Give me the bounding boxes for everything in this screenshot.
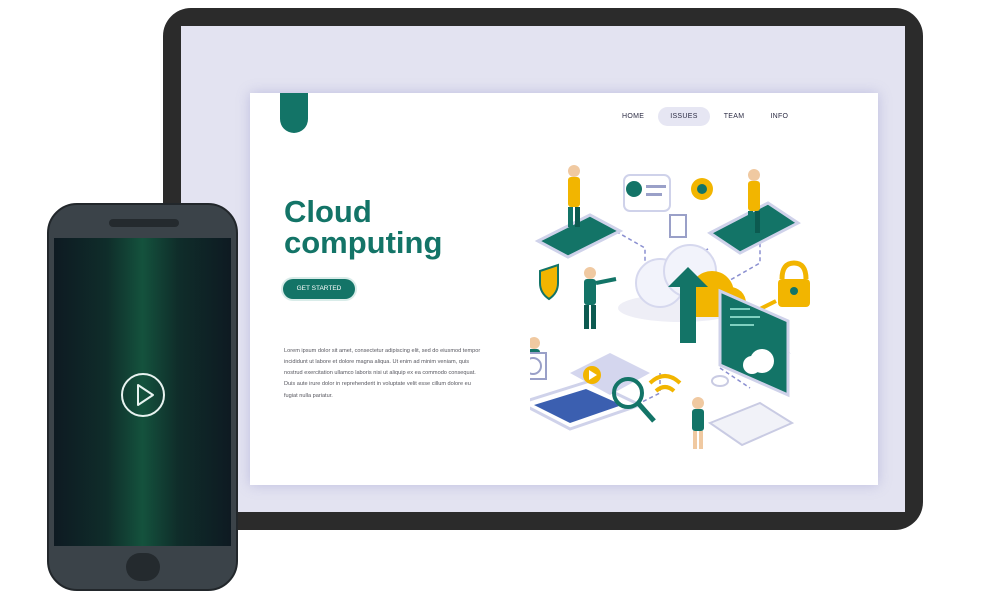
- tablet-right: [707, 169, 801, 255]
- nav-home[interactable]: HOME: [610, 107, 656, 126]
- desktop-monitor: [718, 288, 790, 398]
- document-icon: [669, 214, 687, 238]
- phone-home-button[interactable]: [126, 553, 160, 581]
- get-started-button[interactable]: GET STARTED: [283, 279, 355, 299]
- monitor-screen: HOME ISSUES TEAM INFO Cloud computing GE…: [181, 26, 905, 512]
- website-page: HOME ISSUES TEAM INFO Cloud computing GE…: [250, 93, 878, 485]
- hero-title: Cloud computing: [284, 196, 544, 258]
- lock-icon: [778, 260, 810, 307]
- nav-team[interactable]: TEAM: [712, 107, 757, 126]
- phone-screen: [54, 238, 231, 546]
- chat-bubble-icon: [623, 174, 671, 212]
- shield-icon: [539, 263, 559, 301]
- smartphone: [47, 203, 238, 591]
- hero-title-line2: computing: [284, 225, 443, 260]
- video-play-icon: [583, 366, 601, 384]
- play-icon[interactable]: [120, 372, 166, 418]
- person-pointing: [584, 267, 617, 329]
- site-logo[interactable]: [280, 93, 308, 133]
- phone-speaker: [109, 219, 179, 227]
- monitor-frame: HOME ISSUES TEAM INFO Cloud computing GE…: [163, 8, 923, 530]
- person-woman-standing: [692, 397, 704, 449]
- cloud-computing-illustration: [530, 165, 810, 449]
- laptop: [530, 353, 650, 431]
- nav-issues[interactable]: ISSUES: [658, 107, 710, 126]
- pin-icon: [691, 178, 713, 200]
- mouse: [711, 375, 729, 387]
- keyboard: [707, 401, 795, 447]
- wifi-icon: [648, 374, 682, 393]
- hero-description: Lorem ipsum dolor sit amet, consectetur …: [284, 347, 481, 399]
- site-nav: HOME ISSUES TEAM INFO: [610, 107, 802, 126]
- hero-title-line1: Cloud: [284, 194, 372, 229]
- tablet-left: [534, 165, 624, 259]
- nav-info[interactable]: INFO: [758, 107, 800, 126]
- clock-icon: [530, 352, 547, 380]
